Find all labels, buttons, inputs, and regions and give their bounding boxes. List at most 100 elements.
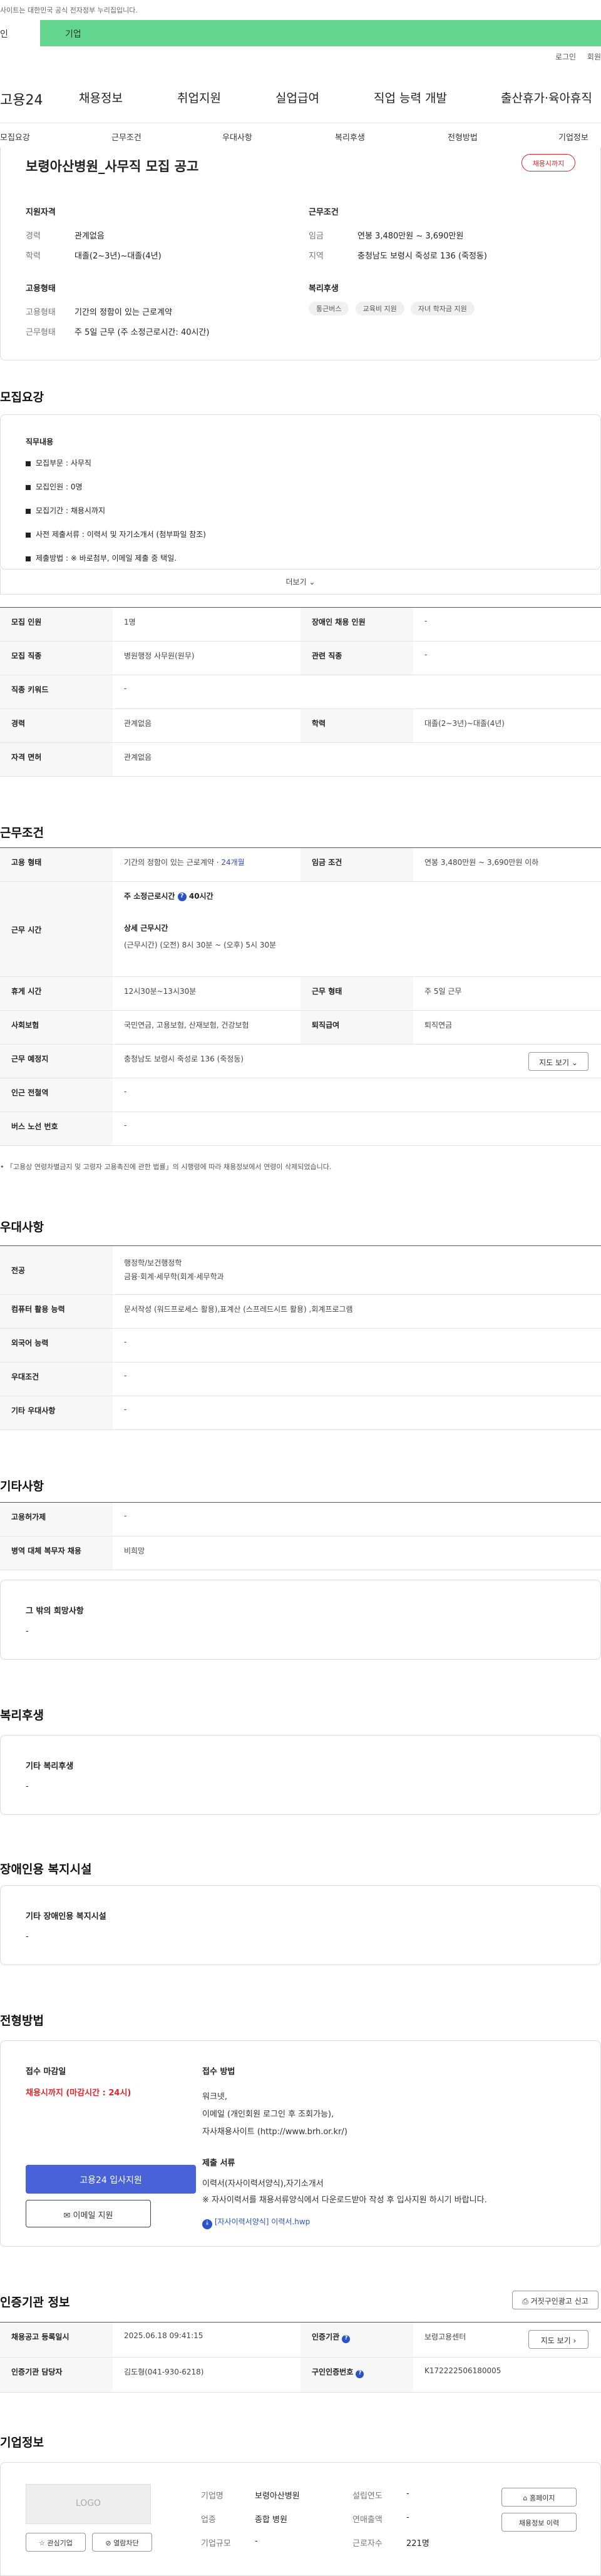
agency-map-button[interactable]: 지도 보기 › (528, 2330, 588, 2349)
edu-value: 대졸(2~3년)~대졸(4년) (74, 252, 162, 261)
tab-personal[interactable]: 인 (0, 20, 40, 46)
docs-lines: 이력서(자사이력서양식),자기소개서 ※ 자사이력서를 채용서류양식에서 다운로… (202, 2179, 487, 2205)
duty-item: 제출방법 : ※ 바로첨부, 이메일 제출 중 택일. (26, 553, 177, 563)
table-row: 컴퓨터 활용 능력 문서작성 (워드프로세스 활용),표계산 (스프레드시트 활… (0, 1295, 601, 1329)
table-row: 인근 전철역 - (0, 1078, 601, 1112)
home-icon: ⌂ (523, 2494, 528, 2502)
cond-title: 근무조건 (309, 208, 339, 217)
duty-item: 사전 제출서류 : 이력서 및 자기소개서 (첨부파일 참조) (26, 529, 206, 539)
anchor-welfare[interactable]: 복리후생 (335, 131, 365, 143)
attachment-icon: ⤓ (202, 2219, 212, 2229)
company-logo: LOGO (26, 2484, 151, 2524)
signup-link[interactable]: 회원 (587, 53, 601, 61)
section-title-company: 기업정보 (0, 2436, 44, 2450)
method-lines: 워크넷, 이메일 (개인회원 로그인 후 조회가능), 자사채용사이트 (htt… (202, 2092, 347, 2137)
homepage-button[interactable]: ⌂ 홈페이지 (501, 2488, 577, 2507)
gnb-item-employment-support[interactable]: 취업지원 (177, 89, 221, 106)
table-row: 직종 키워드 - (0, 675, 601, 709)
welfare-title: 복리후생 (309, 284, 339, 294)
block-company-button[interactable]: ⊘ 열람차단 (92, 2533, 152, 2552)
table-row: 버스 노선 번호 - (0, 1112, 601, 1146)
report-icon: ⎙ (522, 2297, 528, 2306)
duty-card: 직무내용 모집부문 : 사무직 모집인원 : 0명 모집기간 : 채용시까지 사… (0, 414, 601, 570)
table-row: 채용공고 등록일시 2025.06.18 09:41:15 인증기관 ? 보령고… (0, 2323, 601, 2358)
table-row: 고용허가제 - (0, 1503, 601, 1536)
info-icon[interactable]: ? (356, 2370, 364, 2378)
table-row: 기타 우대사항 - (0, 1396, 601, 1430)
util-links: 로그인 회원 (547, 51, 601, 62)
career-label: 경력 (26, 232, 41, 241)
section-title-welfare: 복리후생 (0, 1709, 44, 1722)
anchor-company[interactable]: 기업정보 (558, 131, 588, 143)
table-row: 우대조건 - (0, 1362, 601, 1396)
section-title-etc: 기타사항 (0, 1480, 44, 1493)
welfare-card: 기타 복리후생 - (0, 1735, 601, 1815)
info-icon[interactable]: ? (177, 892, 187, 901)
anchor-pref[interactable]: 우대사항 (222, 131, 252, 143)
top-notice: 사이트는 대한민국 공식 전자정부 누리집입니다. (0, 0, 601, 20)
career-value: 관계없음 (74, 232, 105, 241)
etc-table: 고용허가제 - 병역 대체 복무자 채용 비희망 (0, 1502, 601, 1570)
site-logo[interactable]: 고용24 (0, 89, 43, 109)
cert-table: 채용공고 등록일시 2025.06.18 09:41:15 인증기관 ? 보령고… (0, 2322, 601, 2393)
wage-value: 연봉 3,480만원 ~ 3,690만원 (357, 232, 464, 241)
table-row: 경력 관계없음 학력 대졸(2~3년)~대졸(4년) (0, 709, 601, 743)
table-row: 사회보험 국민연금, 고용보험, 산재보험, 건강보험 퇴직급여 퇴직연금 (0, 1011, 601, 1045)
duty-item: 모집부문 : 사무직 (26, 457, 91, 468)
apply-button[interactable]: 고용24 입사지원 (26, 2165, 196, 2194)
disability-card: 기타 장애인용 복지시설 - (0, 1885, 601, 1965)
mail-icon: ✉ (63, 2211, 71, 2221)
table-row: 자격 면허 관계없음 (0, 743, 601, 777)
work-form-value: 주 5일 근무 (주 소정근로시간: 40시간) (74, 328, 210, 337)
gnb-item-unemployment[interactable]: 실업급여 (275, 89, 319, 106)
report-ad-button[interactable]: ⎙ 거짓구인광고 신고 (512, 2291, 598, 2309)
attachment-link[interactable]: ⤓ [자사이력서양식] 이력서.hwp (202, 2216, 310, 2229)
email-apply-button[interactable]: ✉ 이메일 지원 (26, 2200, 151, 2227)
work-table: 고용 형태 기간의 정함이 있는 근로계약 · 24개월 임금 조건 연봉 3,… (0, 847, 601, 1146)
recruit-table: 모집 인원 1명 장애인 채용 인원 - 모집 직종 병원행정 사무원(원무) … (0, 607, 601, 777)
wage-label: 임금 (309, 232, 324, 241)
emp-title: 고용형태 (26, 284, 56, 294)
table-row: 휴게 시간 12시30분~13시30분 근무 형태 주 5일 근무 (0, 977, 601, 1011)
gnb-item-jobs[interactable]: 채용정보 (79, 89, 123, 106)
table-row: 모집 직종 병원행정 사무원(원무) 관련 직종 - (0, 641, 601, 675)
other-wish-card: 그 밖의 희망사항 - (0, 1580, 601, 1660)
section-title-recruit: 모집요강 (0, 391, 44, 404)
section-title-cert: 인증기관 정보 (0, 2296, 70, 2309)
table-row: 고용 형태 기간의 정함이 있는 근로계약 · 24개월 임금 조건 연봉 3,… (0, 848, 601, 882)
map-button[interactable]: 지도 보기 ⌄ (528, 1052, 588, 1071)
duty-item: 모집인원 : 0명 (26, 481, 83, 492)
table-row: 병역 대체 복무자 채용 비희망 (0, 1536, 601, 1570)
favorite-company-button[interactable]: ☆ 관심기업 (26, 2533, 86, 2552)
age-law-note: • 「고용상 연령차별금지 및 고령자 고용촉진에 관한 법률」의 시행령에 따… (0, 1163, 332, 1171)
info-icon[interactable]: ? (342, 2335, 351, 2343)
table-row: 전공 행정학/보건행정학 금융·회계·세무학(회계·세무학과 (0, 1246, 601, 1295)
anchor-work[interactable]: 근무조건 (111, 131, 141, 143)
login-link[interactable]: 로그인 (555, 53, 576, 61)
tab-business[interactable]: 기업 (40, 20, 601, 46)
table-row: 모집 인원 1명 장애인 채용 인원 - (0, 608, 601, 641)
edu-label: 학력 (26, 252, 41, 261)
welfare-chips: 통근버스 교육비 지원 자녀 학자금 지원 (309, 302, 478, 315)
table-row: 외국어 능력 - (0, 1329, 601, 1362)
gnb-item-training[interactable]: 직업 능력 개발 (374, 89, 447, 106)
emp-type-label: 고용형태 (26, 308, 56, 317)
job-title: 보령아산병원_사무직 모집 공고 (26, 159, 199, 174)
section-title-work: 근무조건 (0, 826, 44, 840)
gnb-item-parental-leave[interactable]: 출산휴가·육아휴직 (501, 89, 592, 106)
deadline-value: 채용시까지 (마감시간 : 24시) (26, 2088, 131, 2098)
duty-title: 직무내용 (26, 437, 54, 446)
table-row: 인증기관 담당자 김도형(041-930-6218) 구인인증번호 ? K172… (0, 2358, 601, 2393)
table-row: 근무 시간 주 소정근로시간 ? 40시간 상세 근무시간 (근무시간) (오전… (0, 882, 601, 977)
emp-type-value: 기간의 정함이 있는 근로계약 (74, 308, 172, 317)
job-history-button[interactable]: 채용정보 이력 (501, 2513, 577, 2532)
member-type-tabs: 인 기업 (0, 20, 601, 46)
pref-table: 전공 행정학/보건행정학 금융·회계·세무학(회계·세무학과 컴퓨터 활용 능력 … (0, 1245, 601, 1430)
more-button[interactable]: 더보기 ⌄ (0, 568, 601, 595)
anchor-screening[interactable]: 전형방법 (448, 131, 478, 143)
work-form-label: 근무형태 (26, 328, 56, 337)
anchor-recruit[interactable]: 모집요강 (0, 131, 30, 143)
company-card: LOGO ☆ 관심기업 ⊘ 열람차단 기업명 보령아산병원 설립연도 - 업종 … (0, 2462, 601, 2576)
section-title-disability: 장애인용 복지시설 (0, 1863, 92, 1876)
section-title-screening: 전형방법 (0, 2014, 44, 2028)
